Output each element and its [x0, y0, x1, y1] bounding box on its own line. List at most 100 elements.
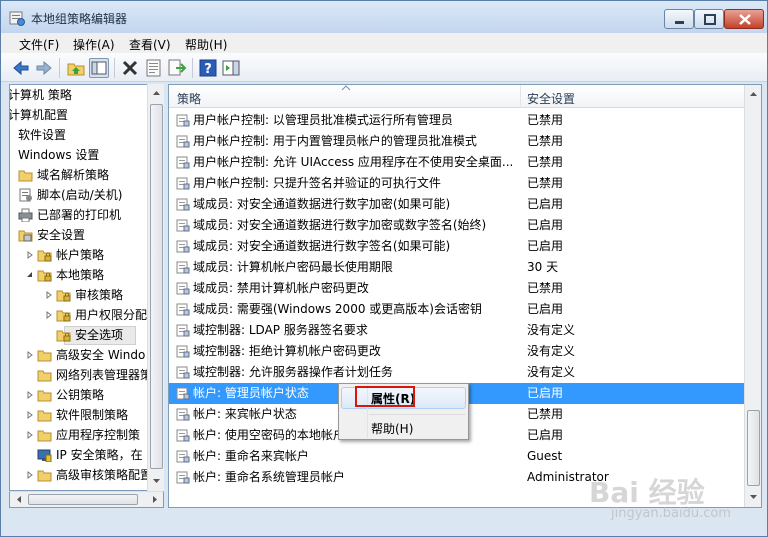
tree-item[interactable]: 脚本(启动/关机) [10, 185, 156, 205]
policy-setting-icon [176, 366, 190, 379]
menu-action[interactable]: 操作(A) [73, 36, 115, 53]
scroll-down-icon[interactable] [746, 489, 761, 505]
folder-icon [37, 370, 52, 382]
policy-list[interactable]: 策略 安全设置 用户帐户控制: 以管理员批准模式运行所有管理员 已禁用 用户帐户控制… [168, 84, 762, 508]
show-hide-tree-button[interactable] [89, 58, 109, 78]
tree-scroll-thumb[interactable] [150, 104, 163, 469]
scroll-right-icon[interactable] [147, 492, 163, 507]
tree-item[interactable]: 高级安全 Windo [10, 345, 156, 365]
column-divider[interactable] [520, 85, 521, 108]
policy-name: 域成员: 对安全通道数据进行数字加密或数字签名(始终) [193, 218, 487, 232]
policy-row[interactable]: 域成员: 对安全通道数据进行数字加密或数字签名(始终) 已启用 [169, 215, 744, 236]
title-bar[interactable]: 本地组策略编辑器 [1, 1, 767, 33]
back-icon[interactable] [11, 58, 31, 78]
tree-item-label: 用户权限分配 [75, 308, 148, 322]
policy-security-setting: 已禁用 [527, 134, 564, 148]
scroll-up-icon[interactable] [746, 86, 761, 102]
menu-help[interactable]: 帮助(H) [185, 36, 227, 53]
policy-row[interactable]: 域成员: 禁用计算机帐户密码更改 已禁用 [169, 278, 744, 299]
tree-item[interactable]: 公钥策略 [10, 385, 156, 405]
policy-row[interactable]: 域控制器: LDAP 服务器签名要求 没有定义 [169, 320, 744, 341]
policy-name: 域成员: 对安全通道数据进行数字签名(如果可能) [193, 239, 451, 253]
policy-row[interactable]: 用户帐户控制: 用于内置管理员帐户的管理员批准模式 已禁用 [169, 131, 744, 152]
tree-item[interactable]: 安全设置 [10, 225, 156, 245]
tree-item[interactable]: IP 安全策略，在 [10, 445, 156, 465]
tree-item-label: 软件设置 [18, 128, 67, 142]
column-header-policy[interactable]: 策略 [177, 90, 201, 107]
tree-item[interactable]: 安全选项 [10, 325, 156, 345]
column-header-setting[interactable]: 安全设置 [527, 90, 575, 107]
expanded-arrow-icon[interactable] [26, 271, 34, 279]
collapsed-arrow-icon[interactable] [26, 351, 34, 359]
folder-icon [18, 170, 33, 182]
policy-setting-icon [176, 429, 190, 442]
forward-icon[interactable] [34, 58, 54, 78]
policy-row[interactable]: 域成员: 对安全通道数据进行数字签名(如果可能) 已启用 [169, 236, 744, 257]
list-vertical-scrollbar[interactable] [744, 85, 761, 507]
help-icon[interactable]: ? [198, 58, 218, 78]
maximize-button[interactable] [694, 9, 724, 29]
tree-item[interactable]: 本地策略 [10, 265, 156, 285]
policy-row[interactable]: 用户帐户控制: 允许 UIAccess 应用程序在不使用安全桌面... 已禁用 [169, 152, 744, 173]
tree-item[interactable]: Windows 设置 [10, 145, 156, 165]
tree-item[interactable]: 软件限制策略 [10, 405, 156, 425]
context-menu-help[interactable]: 帮助(H) [371, 420, 413, 437]
toolbar-separator [59, 58, 60, 78]
tree-hscroll-thumb[interactable] [28, 494, 138, 505]
tree-item[interactable]: 帐户策略 [10, 245, 156, 265]
policy-setting-icon [176, 282, 190, 295]
tree-item[interactable]: 已部署的打印机 [10, 205, 156, 225]
tree-item[interactable]: 高级审核策略配置 [10, 465, 156, 485]
policy-row[interactable]: 域成员: 计算机帐户密码最长使用期限 30 天 [169, 257, 744, 278]
show-action-pane-icon[interactable] [221, 58, 241, 78]
tree-item[interactable]: 审核策略 [10, 285, 156, 305]
menu-view[interactable]: 查看(V) [129, 36, 171, 53]
sort-ascending-icon [341, 85, 351, 91]
collapsed-arrow-icon[interactable] [26, 391, 34, 399]
policy-setting-icon [176, 303, 190, 316]
folder-icon [37, 430, 52, 442]
up-folder-icon[interactable] [66, 58, 86, 78]
collapsed-arrow-icon[interactable] [45, 291, 53, 299]
policy-row[interactable]: 域控制器: 允许服务器操作者计划任务 没有定义 [169, 362, 744, 383]
tree-item[interactable]: 软件设置 [10, 125, 156, 145]
collapsed-arrow-icon[interactable] [26, 471, 34, 479]
policy-row[interactable]: 域成员: 需要强(Windows 2000 或更高版本)会话密钥 已启用 [169, 299, 744, 320]
policy-row[interactable]: 域控制器: 拒绝计算机帐户密码更改 没有定义 [169, 341, 744, 362]
tree-item[interactable]: 应用程序控制策 [10, 425, 156, 445]
policy-setting-icon [176, 240, 190, 253]
security-icon [18, 230, 33, 242]
tree-item[interactable]: 用户权限分配 [10, 305, 156, 325]
collapsed-arrow-icon[interactable] [26, 251, 34, 259]
tree-item[interactable]: 域名解析策略 [10, 165, 156, 185]
scroll-down-icon[interactable] [149, 473, 164, 489]
close-button[interactable] [724, 9, 764, 29]
scroll-up-icon[interactable] [149, 85, 164, 101]
collapsed-arrow-icon[interactable] [45, 311, 53, 319]
scroll-left-icon[interactable] [11, 492, 27, 507]
menu-file[interactable]: 文件(F) [19, 36, 59, 53]
policy-row[interactable]: 域成员: 对安全通道数据进行数字加密(如果可能) 已启用 [169, 194, 744, 215]
policy-security-setting: 已禁用 [527, 176, 564, 190]
tree-item[interactable]: 网络列表管理器策 [10, 365, 156, 385]
collapsed-arrow-icon[interactable] [26, 411, 34, 419]
policy-security-setting: 没有定义 [527, 365, 576, 379]
collapsed-arrow-icon[interactable] [26, 431, 34, 439]
folder-lock-icon [56, 310, 71, 322]
tree-vertical-scrollbar[interactable] [147, 84, 164, 491]
list-scroll-thumb[interactable] [747, 410, 760, 486]
tree-item[interactable]: 计算机配置 [10, 105, 156, 125]
tree-item[interactable]: 计算机 策略 [10, 85, 156, 105]
console-tree[interactable]: 计算机 策略 计算机配置软件设置 Windows 设置 域名解析策略 脚本(启动/关机)… [9, 84, 164, 491]
policy-row[interactable]: 用户帐户控制: 以管理员批准模式运行所有管理员 已禁用 [169, 110, 744, 131]
context-menu-separator [369, 414, 465, 415]
tree-item-label: 已部署的打印机 [37, 208, 122, 222]
export-list-icon[interactable] [167, 58, 187, 78]
policy-name: 帐户: 管理员帐户状态 [193, 386, 309, 400]
tree-horizontal-scrollbar[interactable] [9, 491, 164, 508]
delete-icon[interactable] [120, 58, 140, 78]
minimize-button[interactable] [664, 9, 694, 29]
policy-row[interactable]: 帐户: 重命名来宾帐户 Guest [169, 446, 744, 467]
properties-icon[interactable] [144, 58, 164, 78]
policy-row[interactable]: 用户帐户控制: 只提升签名并验证的可执行文件 已禁用 [169, 173, 744, 194]
